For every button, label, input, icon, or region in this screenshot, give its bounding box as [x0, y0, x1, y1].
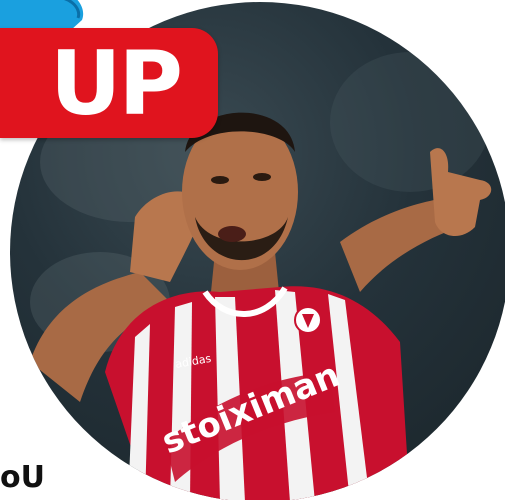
up-badge-label: UP — [50, 32, 183, 135]
footer-partial-text: οU — [0, 460, 45, 495]
thumbnail-canvas: stoiximan adidas UP οU — [0, 0, 505, 500]
